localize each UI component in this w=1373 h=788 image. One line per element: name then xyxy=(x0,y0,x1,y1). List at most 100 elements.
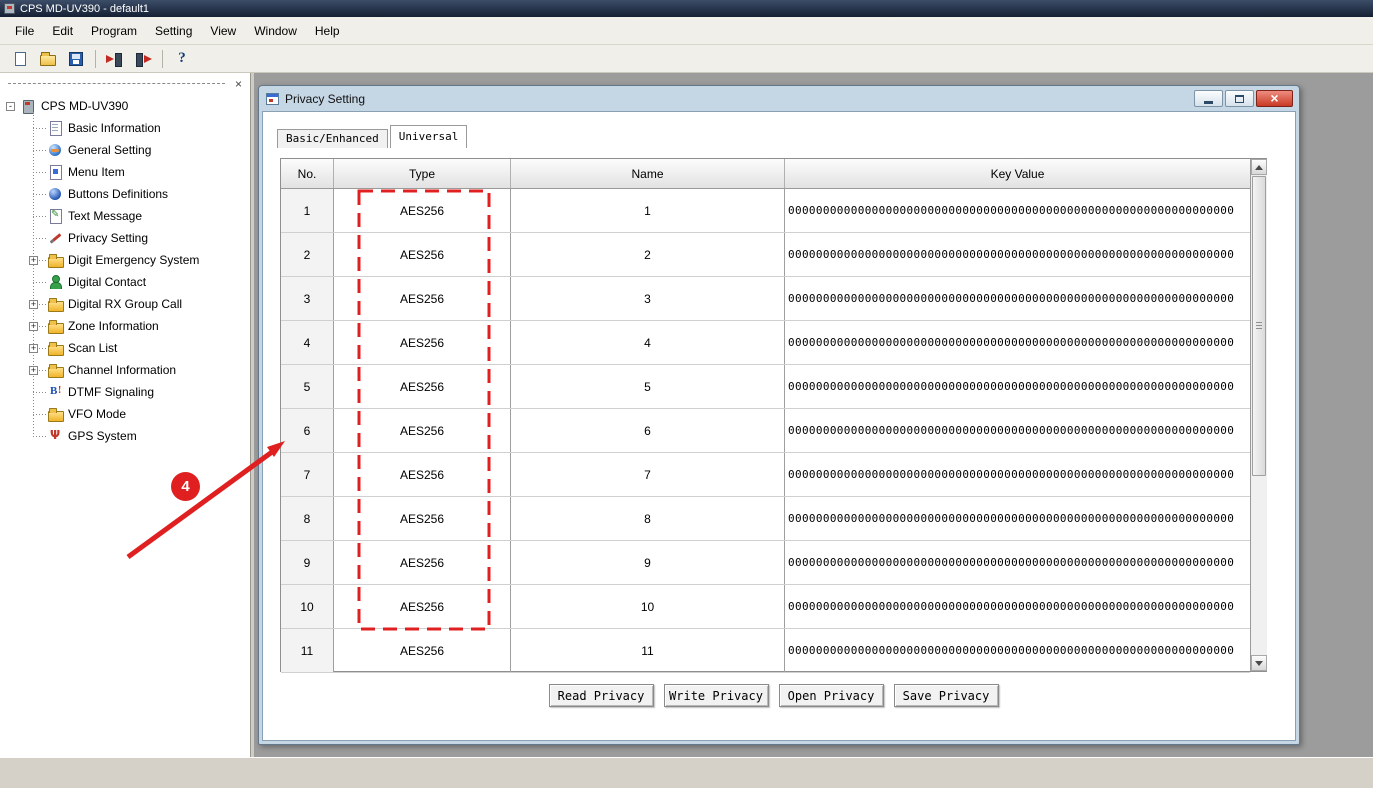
scroll-down-button[interactable] xyxy=(1251,655,1267,671)
folder-icon xyxy=(48,363,63,377)
toolbar-button-save-file[interactable] xyxy=(64,48,88,70)
tree-item-scan-list[interactable]: +Scan List xyxy=(2,337,251,359)
tree-item-channel-information[interactable]: +Channel Information xyxy=(2,359,251,381)
tree-item-vfo-mode[interactable]: VFO Mode xyxy=(2,403,251,425)
cell-key-value[interactable]: 0000000000000000000000000000000000000000… xyxy=(785,277,1250,320)
menu-item-setting[interactable]: Setting xyxy=(146,20,201,42)
menu-item-program[interactable]: Program xyxy=(82,20,146,42)
tree-item-digital-contact[interactable]: Digital Contact xyxy=(2,271,251,293)
expand-icon[interactable]: + xyxy=(29,256,38,265)
tree-item-label: Digital Contact xyxy=(68,275,146,289)
cell-key-value[interactable]: 0000000000000000000000000000000000000000… xyxy=(785,233,1250,276)
tree-item-label: General Setting xyxy=(68,143,151,157)
maximize-button[interactable] xyxy=(1225,90,1254,107)
tree-root[interactable]: CPS MD-UV390 xyxy=(2,95,251,117)
tree-item-text-message[interactable]: Text Message xyxy=(2,205,251,227)
cell-name[interactable]: 10 xyxy=(511,585,785,628)
scroll-up-button[interactable] xyxy=(1251,159,1267,175)
toolbar-button-new-file[interactable] xyxy=(8,48,32,70)
cell-name[interactable]: 9 xyxy=(511,541,785,584)
cell-key-value[interactable]: 0000000000000000000000000000000000000000… xyxy=(785,321,1250,364)
tree-item-dtmf-signaling[interactable]: DTMF Signaling xyxy=(2,381,251,403)
button-open-privacy[interactable]: Open Privacy xyxy=(779,684,884,707)
cell-type[interactable]: AES256 xyxy=(334,321,511,364)
cell-no: 2 xyxy=(281,233,334,276)
tree-item-label: Digit Emergency System xyxy=(68,253,199,267)
toolbar-button-open-file[interactable] xyxy=(36,48,60,70)
cell-key-value[interactable]: 0000000000000000000000000000000000000000… xyxy=(785,409,1250,452)
tree-item-digit-emergency-system[interactable]: + Digit Emergency System xyxy=(2,249,251,271)
cell-type[interactable]: AES256 xyxy=(334,277,511,320)
tree-item-gps-system[interactable]: GPS System xyxy=(2,425,251,447)
cell-key-value[interactable]: 0000000000000000000000000000000000000000… xyxy=(785,541,1250,584)
cell-name[interactable]: 8 xyxy=(511,497,785,540)
close-button[interactable] xyxy=(1256,90,1293,107)
panel-close-button[interactable] xyxy=(232,77,245,90)
menu-item-edit[interactable]: Edit xyxy=(43,20,82,42)
table-main: No.TypeNameKey Value 1AES256100000000000… xyxy=(281,159,1250,671)
cell-key-value[interactable]: 0000000000000000000000000000000000000000… xyxy=(785,365,1250,408)
cell-key-value[interactable]: 0000000000000000000000000000000000000000… xyxy=(785,585,1250,628)
dialog-buttons: Read Privacy Write Privacy Open Privacy Sav… xyxy=(280,684,1267,707)
cell-name[interactable]: 1 xyxy=(511,189,785,232)
cell-key-value[interactable]: 0000000000000000000000000000000000000000… xyxy=(785,189,1250,232)
cell-type[interactable]: AES256 xyxy=(334,497,511,540)
expand-icon[interactable]: + xyxy=(29,300,38,309)
status-bar xyxy=(0,757,1373,788)
menu-bar: FileEditProgramSettingViewWindowHelp xyxy=(0,17,1373,45)
menu-item-file[interactable]: File xyxy=(6,20,43,42)
table-row: 2AES256200000000000000000000000000000000… xyxy=(281,233,1250,277)
cell-type[interactable]: AES256 xyxy=(334,585,511,628)
dialog-title: Privacy Setting xyxy=(285,92,365,106)
expand-icon[interactable]: + xyxy=(29,344,38,353)
toolbar-button-help[interactable] xyxy=(170,48,194,70)
tree-item-label: Privacy Setting xyxy=(68,231,148,245)
tree-item-buttons-definitions[interactable]: Buttons Definitions xyxy=(2,183,251,205)
tab-basic-enhanced[interactable]: Basic/Enhanced xyxy=(277,129,388,148)
cell-key-value[interactable]: 0000000000000000000000000000000000000000… xyxy=(785,497,1250,540)
help-icon xyxy=(178,50,186,67)
cell-type[interactable]: AES256 xyxy=(334,629,511,672)
button-write-privacy[interactable]: Write Privacy xyxy=(664,684,769,707)
cell-name[interactable]: 11 xyxy=(511,629,785,672)
toolbar-button-read-from-radio[interactable] xyxy=(103,48,127,70)
minimize-button[interactable] xyxy=(1194,90,1223,107)
menu-item-window[interactable]: Window xyxy=(245,20,306,42)
cell-name[interactable]: 2 xyxy=(511,233,785,276)
cell-type[interactable]: AES256 xyxy=(334,365,511,408)
button-save-privacy[interactable]: Save Privacy xyxy=(894,684,999,707)
expand-icon[interactable]: + xyxy=(29,366,38,375)
cell-type[interactable]: AES256 xyxy=(334,409,511,452)
table-row: 5AES256500000000000000000000000000000000… xyxy=(281,365,1250,409)
tree-item-general-setting[interactable]: General Setting xyxy=(2,139,251,161)
tree-item-zone-information[interactable]: +Zone Information xyxy=(2,315,251,337)
dialog-title-bar[interactable]: Privacy Setting xyxy=(262,89,1296,111)
header-key-value: Key Value xyxy=(785,159,1250,188)
cell-key-value[interactable]: 0000000000000000000000000000000000000000… xyxy=(785,453,1250,496)
tree-item-digital-rx-group-call[interactable]: +Digital RX Group Call xyxy=(2,293,251,315)
cell-name[interactable]: 5 xyxy=(511,365,785,408)
tab-universal[interactable]: Universal xyxy=(390,125,468,148)
cell-name[interactable]: 3 xyxy=(511,277,785,320)
expand-icon[interactable]: + xyxy=(29,322,38,331)
vertical-scrollbar[interactable] xyxy=(1250,159,1267,671)
cell-name[interactable]: 7 xyxy=(511,453,785,496)
cell-key-value[interactable]: 0000000000000000000000000000000000000000… xyxy=(785,629,1250,672)
toolbar-button-write-to-radio[interactable] xyxy=(131,48,155,70)
write-to-radio-icon xyxy=(134,52,152,66)
cell-type[interactable]: AES256 xyxy=(334,233,511,276)
collapse-icon[interactable] xyxy=(6,102,15,111)
cell-name[interactable]: 6 xyxy=(511,409,785,452)
tree-item-privacy-setting[interactable]: Privacy Setting xyxy=(2,227,251,249)
menu-item-view[interactable]: View xyxy=(201,20,245,42)
button-read-privacy[interactable]: Read Privacy xyxy=(549,684,654,707)
menu-item-help[interactable]: Help xyxy=(306,20,349,42)
tree-item-menu-item[interactable]: Menu Item xyxy=(2,161,251,183)
tree-item-basic-information[interactable]: Basic Information xyxy=(2,117,251,139)
cell-name[interactable]: 4 xyxy=(511,321,785,364)
cell-type[interactable]: AES256 xyxy=(334,541,511,584)
cell-type[interactable]: AES256 xyxy=(334,189,511,232)
cell-type[interactable]: AES256 xyxy=(334,453,511,496)
table-body: 1AES256100000000000000000000000000000000… xyxy=(281,189,1250,673)
scroll-thumb[interactable] xyxy=(1252,176,1266,476)
